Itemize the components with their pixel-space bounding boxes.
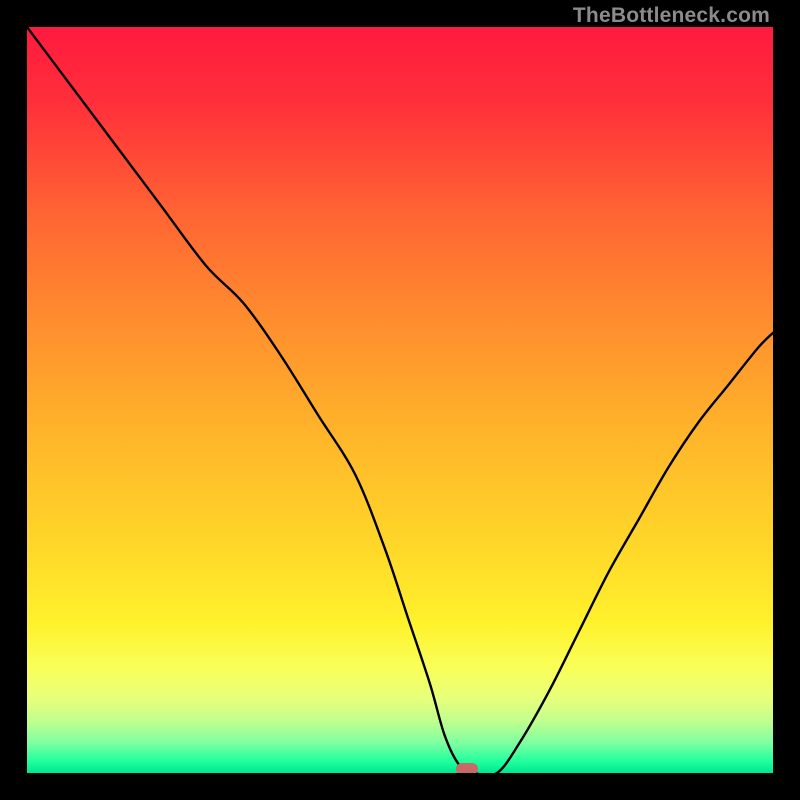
plot-area [27, 27, 773, 773]
bottleneck-chart: TheBottleneck.com [0, 0, 800, 800]
bottleneck-curve [27, 27, 773, 773]
optimal-marker [456, 763, 478, 773]
watermark-text: TheBottleneck.com [573, 4, 770, 28]
